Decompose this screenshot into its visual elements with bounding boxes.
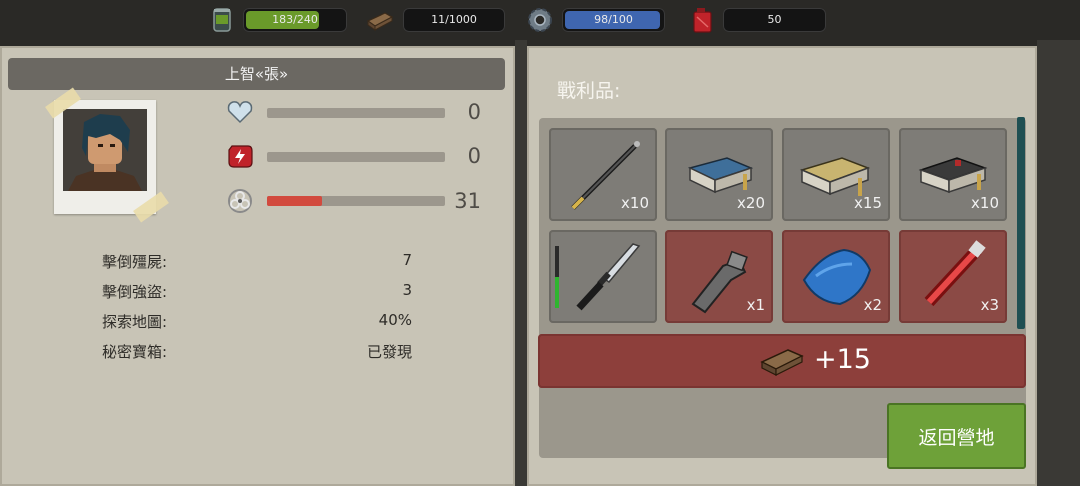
map-explored-label: 探索地圖:: [102, 313, 168, 331]
fuel-resource: 50: [688, 5, 828, 35]
loot-item-blue-tarp[interactable]: x2: [782, 230, 890, 323]
loot-qty: x3: [980, 296, 999, 314]
loot-title: 戰利品:: [557, 80, 621, 102]
loot-item-blue-ammo-box[interactable]: x20: [665, 128, 773, 221]
resource-bar: 183/240 11/1000 98/100 50: [0, 0, 1080, 40]
food-resource: 183/240: [207, 5, 347, 35]
wood-resource: 11/1000: [365, 5, 505, 35]
secret-chest-value: 已發現: [366, 343, 412, 361]
infection-value: 31: [454, 189, 481, 213]
loot-item-spear[interactable]: x10: [549, 128, 657, 221]
survivor-name: 上智«張»: [8, 58, 505, 90]
bandits-killed-label: 擊倒強盜:: [102, 283, 168, 301]
loot-scrollbar[interactable]: [1017, 117, 1025, 329]
energy-value: 0: [467, 144, 481, 168]
loot-item-knife[interactable]: [549, 230, 657, 323]
loot-item-yellow-ammo-box[interactable]: x15: [782, 128, 890, 221]
survivor-portrait: [45, 87, 169, 223]
health-value: 0: [467, 100, 481, 124]
energy-icon: [228, 145, 253, 168]
secret-chest-label: 秘密寶箱:: [102, 343, 168, 361]
energy-bar: [267, 152, 445, 162]
right-edge: [1037, 40, 1080, 486]
infection-bar: [267, 196, 445, 206]
infection-fill: [267, 196, 323, 206]
loot-qty: x20: [737, 194, 765, 212]
zombies-killed-label: 擊倒殭屍:: [102, 253, 168, 271]
health-bar: [267, 108, 445, 118]
zombies-killed-value: 7: [402, 251, 412, 269]
map-explored-value: 40%: [378, 311, 412, 329]
food-value: 183/240: [272, 13, 318, 26]
parts-value: 98/100: [594, 13, 633, 26]
knife-icon: [576, 243, 641, 311]
loot-item-flashlight[interactable]: x3: [899, 230, 1007, 323]
loot-panel: 戰利品: x10 x20 x15 x10 x1 x2 x3 +15 返回營地: [527, 46, 1037, 486]
loot-qty: x10: [621, 194, 649, 212]
loot-item-black-ammo-box[interactable]: x10: [899, 128, 1007, 221]
wood-bonus-row: +15: [538, 334, 1026, 388]
loot-qty: x15: [854, 194, 882, 212]
wood-value: 11/1000: [431, 13, 477, 26]
loot-item-pipe-fitting[interactable]: x1: [665, 230, 773, 323]
loot-qty: x2: [863, 296, 882, 314]
survivor-avatar: [63, 109, 147, 191]
gear-icon: [528, 8, 552, 32]
fuel-canister-icon: [693, 8, 712, 33]
bandits-killed-value: 3: [402, 281, 412, 299]
loot-qty: x10: [971, 194, 999, 212]
panel-divider: [515, 40, 527, 486]
fuel-value: 50: [767, 13, 782, 26]
loot-qty: x1: [746, 296, 765, 314]
wood-plank-icon: [760, 349, 804, 376]
wood-bonus-amount: +15: [814, 344, 871, 375]
return-to-camp-button[interactable]: 返回營地: [887, 403, 1026, 469]
food-can-icon: [213, 8, 231, 32]
parts-resource: 98/100: [525, 5, 665, 35]
wood-plank-icon: [366, 12, 394, 31]
biohazard-icon: [228, 189, 252, 213]
survivor-panel: 上智«張» 0 0 31 擊倒殭屍: 7 擊倒強盜: 3 探索地圖: 40% 秘…: [0, 46, 515, 486]
heart-icon: [227, 101, 253, 124]
